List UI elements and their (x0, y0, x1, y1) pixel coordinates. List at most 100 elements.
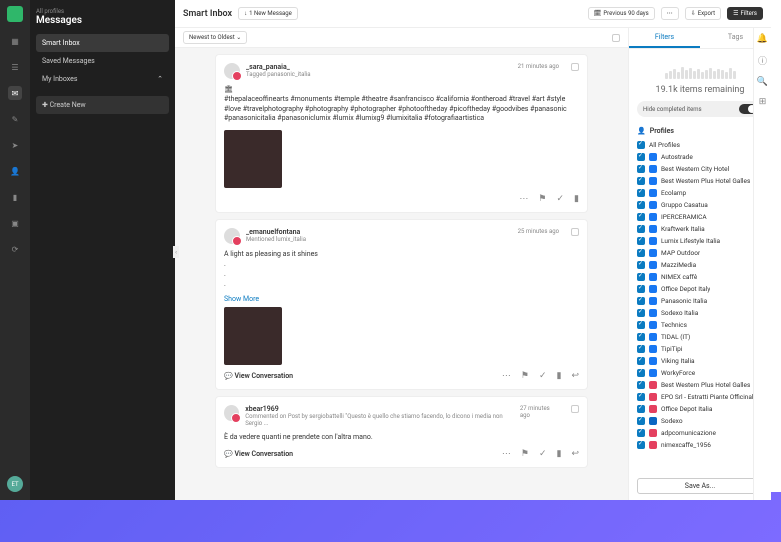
rail-briefcase-icon[interactable]: ▣ (8, 216, 22, 230)
search-icon[interactable]: 🔍 (757, 77, 768, 87)
tag-icon[interactable]: ⚑ (538, 194, 546, 204)
message-image[interactable] (224, 130, 282, 188)
profile-checkbox[interactable] (637, 165, 645, 173)
profile-checkbox[interactable] (637, 273, 645, 281)
date-range-button[interactable]: 🗓 Previous 90 days (588, 7, 655, 20)
profile-item[interactable]: Office Depot Italy (637, 283, 763, 295)
profile-checkbox[interactable] (637, 237, 645, 245)
profile-item[interactable]: Kraftwerk Italia (637, 223, 763, 235)
show-more-link[interactable]: Show More (224, 295, 579, 303)
rail-dashboard-icon[interactable]: ▦ (8, 34, 22, 48)
complete-icon[interactable]: ✓ (557, 194, 565, 204)
reply-icon[interactable]: ↩ (571, 449, 579, 459)
author-name[interactable]: _sara_panaia_ (246, 63, 311, 71)
profile-checkbox[interactable] (637, 417, 645, 425)
collapse-sidebar-button[interactable]: ‹ (173, 246, 179, 258)
author-name[interactable]: xbear1969 (245, 405, 514, 413)
profile-item[interactable]: nimexcaffe_1956 (637, 439, 763, 451)
select-all-checkbox[interactable] (612, 34, 620, 42)
author-avatar[interactable] (224, 63, 240, 79)
profile-item[interactable]: Panasonic Italia (637, 295, 763, 307)
logo[interactable] (7, 6, 23, 22)
profile-checkbox[interactable] (637, 249, 645, 257)
create-new-button[interactable]: ✚ Create New (36, 96, 169, 114)
profile-checkbox[interactable] (637, 177, 645, 185)
new-message-badge[interactable]: ↓ 1 New Message (238, 7, 298, 20)
profile-checkbox[interactable] (637, 321, 645, 329)
profile-item[interactable]: Sodexo Italia (637, 307, 763, 319)
profile-checkbox[interactable] (637, 201, 645, 209)
message-checkbox[interactable] (571, 405, 579, 413)
profile-checkbox[interactable] (637, 285, 645, 293)
profiles-section-header[interactable]: 👤 Profiles ⌃ (629, 123, 771, 139)
sidebar-smart-inbox[interactable]: Smart Inbox (36, 34, 169, 52)
more-icon[interactable]: ⋯ (502, 371, 511, 381)
profile-item[interactable]: adpcomunicazione (637, 427, 763, 439)
profile-item[interactable]: Viking Italia (637, 355, 763, 367)
profile-item[interactable]: TipiTipi (637, 343, 763, 355)
profile-checkbox[interactable] (637, 429, 645, 437)
profile-checkbox[interactable] (637, 405, 645, 413)
help-icon[interactable]: ⊞ (759, 97, 767, 107)
view-conversation-link[interactable]: 💬 View Conversation (224, 450, 293, 458)
profile-item[interactable]: Autostrade (637, 151, 763, 163)
profile-checkbox[interactable] (637, 309, 645, 317)
sidebar-my-inboxes[interactable]: My Inboxes⌃ (36, 70, 169, 88)
profile-item[interactable]: Lumix Lifestyle Italia (637, 235, 763, 247)
view-conversation-link[interactable]: 💬 View Conversation (224, 372, 293, 380)
more-icon[interactable]: ⋯ (502, 449, 511, 459)
profile-item[interactable]: MAP Outdoor (637, 247, 763, 259)
save-icon[interactable]: ▮ (557, 449, 562, 459)
rail-inbox-icon[interactable]: ✉ (8, 86, 22, 100)
profile-all[interactable]: All Profiles (637, 139, 763, 151)
profile-checkbox[interactable] (637, 297, 645, 305)
tag-icon[interactable]: ⚑ (521, 449, 529, 459)
reply-icon[interactable]: ↩ (571, 371, 579, 381)
tag-icon[interactable]: ⚑ (521, 371, 529, 381)
profile-checkbox[interactable] (637, 381, 645, 389)
rail-reports-icon[interactable]: ▮ (8, 190, 22, 204)
notifications-icon[interactable]: 🔔 (757, 34, 768, 44)
profile-item[interactable]: IPERCERAMICA (637, 211, 763, 223)
sidebar-saved-messages[interactable]: Saved Messages (36, 52, 169, 70)
profile-checkbox[interactable] (637, 189, 645, 197)
save-icon[interactable]: ▮ (557, 371, 562, 381)
profile-checkbox[interactable] (637, 357, 645, 365)
complete-icon[interactable]: ✓ (539, 449, 547, 459)
profile-item[interactable]: Gruppo Casatua (637, 199, 763, 211)
profile-checkbox[interactable] (637, 141, 645, 149)
profile-item[interactable]: WorkyForce (637, 367, 763, 379)
export-button[interactable]: ⇩ Export (685, 7, 721, 20)
rail-send-icon[interactable]: ➤ (8, 138, 22, 152)
message-image[interactable] (224, 307, 282, 365)
info-icon[interactable]: ⓘ (758, 54, 767, 67)
message-checkbox[interactable] (571, 63, 579, 71)
rail-refresh-icon[interactable]: ⟳ (8, 242, 22, 256)
rail-publishing-icon[interactable]: ✎ (8, 112, 22, 126)
tab-filters[interactable]: Filters (629, 28, 700, 48)
profile-item[interactable]: TIDAL (IT) (637, 331, 763, 343)
profile-item[interactable]: Technics (637, 319, 763, 331)
profile-checkbox[interactable] (637, 345, 645, 353)
profile-item[interactable]: Best Western Plus Hotel Galles (637, 379, 763, 391)
author-avatar[interactable] (224, 405, 239, 421)
author-avatar[interactable] (224, 228, 240, 244)
profile-item[interactable]: MazziMedia (637, 259, 763, 271)
user-avatar[interactable]: ET (7, 476, 23, 492)
complete-icon[interactable]: ✓ (539, 371, 547, 381)
profile-item[interactable]: Sodexo (637, 415, 763, 427)
rail-people-icon[interactable]: 👤 (8, 164, 22, 178)
author-name[interactable]: _emanuelfontana (246, 228, 306, 236)
profile-checkbox[interactable] (637, 225, 645, 233)
profile-item[interactable]: Best Western Plus Hotel Galles (637, 175, 763, 187)
profile-checkbox[interactable] (637, 333, 645, 341)
profile-item[interactable]: Office Depot Italia (637, 403, 763, 415)
profile-item[interactable]: Best Western City Hotel (637, 163, 763, 175)
more-icon[interactable]: ⋯ (519, 194, 528, 204)
profile-item[interactable]: EPO Srl - Estratti Piante Officinali (637, 391, 763, 403)
profile-checkbox[interactable] (637, 393, 645, 401)
profile-checkbox[interactable] (637, 369, 645, 377)
profile-item[interactable]: Ecolamp (637, 187, 763, 199)
filters-button[interactable]: ☰ Filters (727, 7, 763, 20)
profile-checkbox[interactable] (637, 261, 645, 269)
